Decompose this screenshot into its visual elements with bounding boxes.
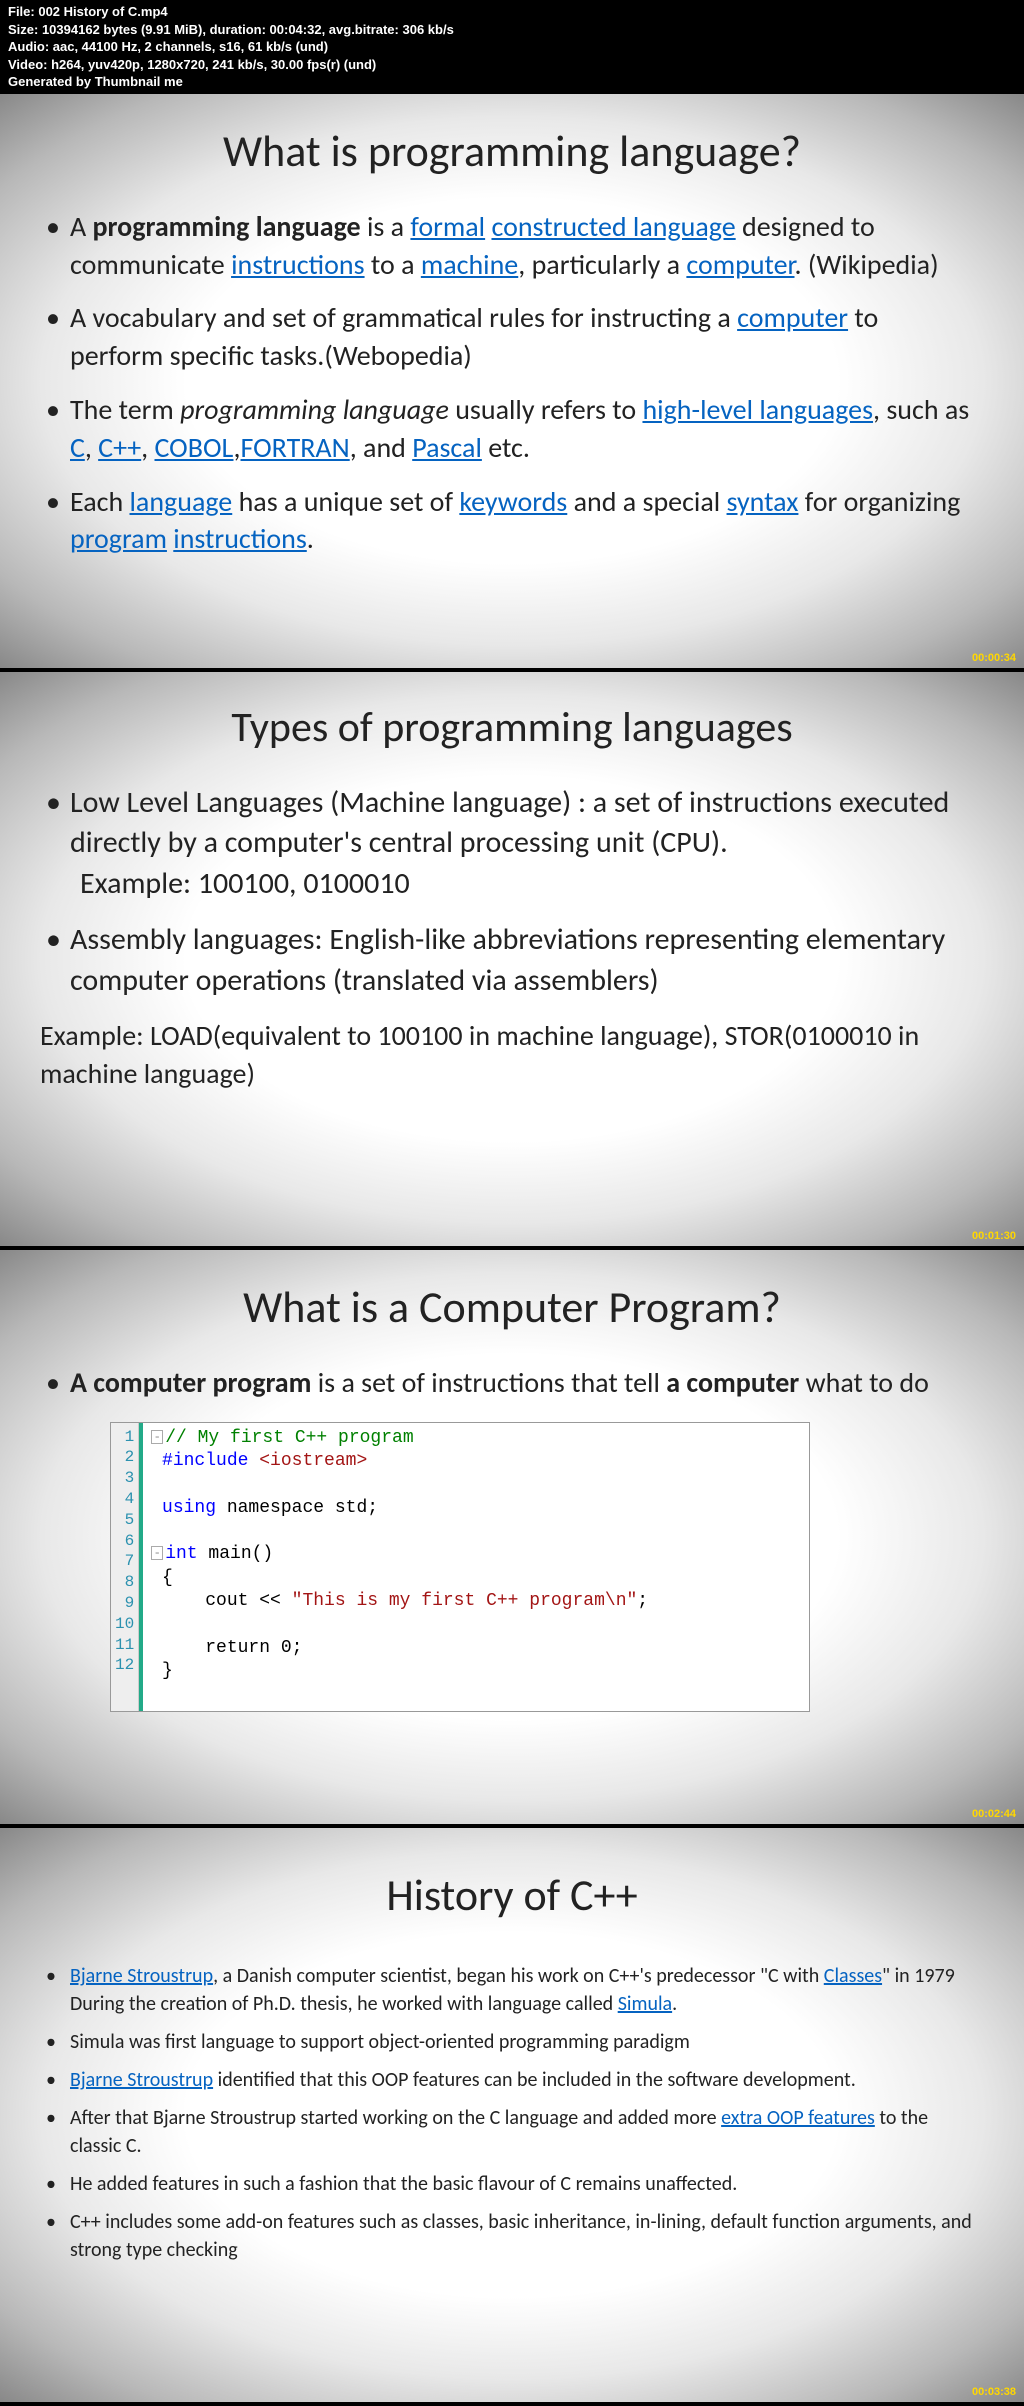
s1-bullet-1: A programming language is a formal const… (70, 208, 974, 284)
s1-bullet-2: A vocabulary and set of grammatical rule… (70, 299, 974, 375)
s4-bullet-4: After that Bjarne Stroustrup started wor… (70, 2104, 974, 2160)
s2-bullet-2: Assembly languages: English-like abbrevi… (70, 920, 974, 1001)
fold-icon[interactable]: - (151, 1546, 163, 1560)
s4-bullet-5: He added features in such a fashion that… (70, 2170, 974, 2198)
link-constructed-language[interactable]: constructed language (491, 209, 735, 244)
file-line: File: 002 History of C.mp4 (8, 3, 1016, 21)
s4-bullet-1: Bjarne Stroustrup, a Danish computer sci… (70, 1962, 974, 2018)
s4-bullet-6: C++ includes some add-on features such a… (70, 2208, 974, 2264)
video-line: Video: h264, yuv420p, 1280x720, 241 kb/s… (8, 56, 1016, 74)
link-simula[interactable]: Simula (618, 1992, 672, 2016)
slide-1-title: What is programming language? (50, 124, 974, 178)
link-language[interactable]: language (130, 484, 233, 519)
link-c[interactable]: C (70, 430, 85, 465)
s4-bullet-2: Simula was first language to support obj… (70, 2028, 974, 2056)
link-instructions-2[interactable]: instructions (173, 521, 307, 556)
s3-bullet-1: A computer program is a set of instructi… (70, 1364, 974, 1402)
link-classes[interactable]: Classes (824, 1964, 882, 1988)
link-computer-2[interactable]: computer (737, 300, 848, 335)
link-formal[interactable]: formal (410, 209, 485, 244)
link-cpp[interactable]: C++ (98, 430, 141, 465)
link-fortran[interactable]: FORTRAN (241, 430, 350, 465)
link-program[interactable]: program (70, 521, 167, 556)
fold-icon[interactable]: - (151, 1430, 163, 1444)
code-content: -// My first C++ program #include <iostr… (139, 1423, 809, 1712)
timestamp-4: 00:03:38 (972, 2386, 1016, 2398)
timestamp-1: 00:00:34 (972, 652, 1016, 664)
generated-line: Generated by Thumbnail me (8, 73, 1016, 91)
s2-bullet-1: Low Level Languages (Machine language) :… (70, 783, 974, 905)
link-machine[interactable]: machine (421, 247, 518, 282)
slide-4-title: History of C++ (50, 1868, 974, 1922)
slide-2-title: Types of programming languages (50, 702, 974, 753)
link-pascal[interactable]: Pascal (412, 430, 482, 465)
s2-example: Example: LOAD(equivalent to 100100 in ma… (40, 1017, 974, 1093)
s1-bullet-3: The term programming language usually re… (70, 391, 974, 467)
link-bjarne-2[interactable]: Bjarne Stroustrup (70, 2068, 213, 2092)
link-instructions[interactable]: instructions (231, 247, 365, 282)
slide-1: What is programming language? A programm… (0, 94, 1024, 668)
link-syntax[interactable]: syntax (727, 484, 799, 519)
audio-line: Audio: aac, 44100 Hz, 2 channels, s16, 6… (8, 38, 1016, 56)
timestamp-2: 00:01:30 (972, 1230, 1016, 1242)
s4-bullet-3: Bjarne Stroustrup identified that this O… (70, 2066, 974, 2094)
size-line: Size: 10394162 bytes (9.91 MiB), duratio… (8, 21, 1016, 39)
slide-3-title: What is a Computer Program? (50, 1280, 974, 1334)
line-numbers: 123456789101112 (111, 1423, 139, 1712)
slide-3: What is a Computer Program? A computer p… (0, 1250, 1024, 1824)
code-example: 123456789101112 -// My first C++ program… (110, 1422, 810, 1713)
s1-bullet-4: Each language has a unique set of keywor… (70, 483, 974, 559)
link-cobol[interactable]: COBOL (155, 430, 234, 465)
timestamp-3: 00:02:44 (972, 1808, 1016, 1820)
link-bjarne[interactable]: Bjarne Stroustrup (70, 1964, 213, 1988)
link-keywords[interactable]: keywords (459, 484, 567, 519)
link-computer[interactable]: computer (686, 247, 794, 282)
slide-4: History of C++ Bjarne Stroustrup, a Dani… (0, 1828, 1024, 2402)
slide-2: Types of programming languages Low Level… (0, 672, 1024, 1246)
link-high-level[interactable]: high-level languages (642, 392, 873, 427)
file-info-header: File: 002 History of C.mp4 Size: 1039416… (0, 0, 1024, 94)
link-oop-features[interactable]: extra OOP features (721, 2106, 875, 2130)
